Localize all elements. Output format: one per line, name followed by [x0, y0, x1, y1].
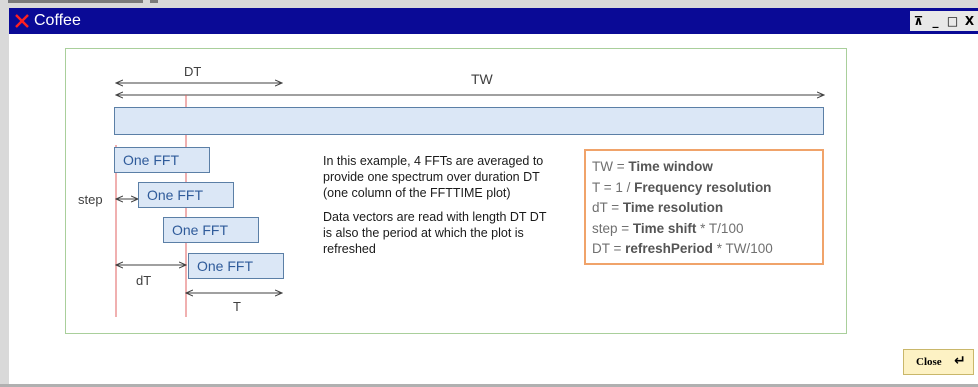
step-label: step [78, 192, 103, 207]
t-label: T [233, 299, 241, 314]
fft-diagram: DT TW One FFT One FFT One FFT One FFT st… [65, 48, 847, 334]
fft-block: One FFT [138, 182, 234, 208]
legend-line: DT = refreshPeriod * TW/100 [592, 241, 773, 256]
legend-box: TW = Time window T = 1 / Frequency resol… [584, 149, 824, 265]
top-strip-segment [8, 0, 143, 3]
fft-block: One FFT [188, 253, 284, 279]
close-button-label: Close [916, 356, 942, 368]
description-text: In this example, 4 FFTs are averaged to … [323, 153, 553, 265]
legend-line: T = 1 / Frequency resolution [592, 179, 772, 195]
title-bar[interactable]: Coffee ⊼ _ □ X [9, 8, 978, 34]
description-paragraph: Data vectors are read with length DT DT … [323, 210, 547, 256]
time-window-bar [114, 107, 824, 135]
description-paragraph: In this example, 4 FFTs are averaged to … [323, 154, 544, 200]
maximize-icon[interactable]: □ [944, 11, 961, 31]
close-icon[interactable]: X [961, 11, 978, 31]
app-x-icon [15, 14, 29, 28]
window-title: Coffee [34, 12, 81, 29]
top-strip-segment [150, 0, 158, 3]
window-controls: ⊼ _ □ X [910, 11, 978, 31]
legend-line: step = Time shift * T/100 [592, 220, 744, 236]
top-strip [0, 0, 978, 8]
minimize-icon[interactable]: _ [927, 11, 944, 31]
small-dt-label: dT [136, 273, 152, 288]
close-button[interactable]: Close ↵ [903, 349, 974, 375]
legend-line: TW = Time window [592, 159, 713, 174]
legend-line: dT = Time resolution [592, 200, 724, 215]
dt-label: DT [184, 64, 202, 79]
pin-icon[interactable]: ⊼ [910, 11, 927, 31]
fft-block: One FFT [114, 147, 210, 173]
window-left-border [0, 8, 9, 387]
tw-label: TW [471, 71, 493, 87]
fft-block: One FFT [163, 217, 259, 243]
enter-icon: ↵ [954, 353, 966, 369]
